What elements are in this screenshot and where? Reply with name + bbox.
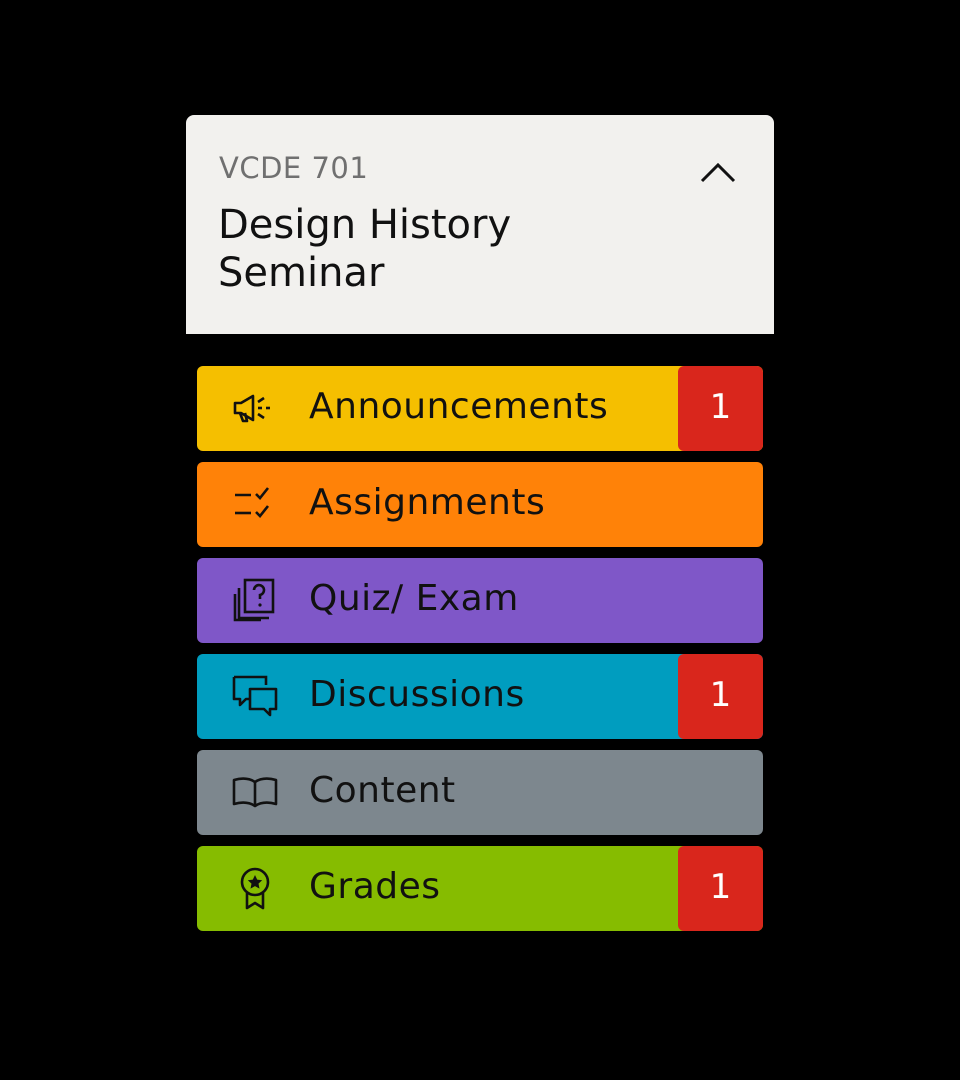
nav-label: Assignments [309, 482, 546, 523]
nav-label: Content [309, 770, 456, 811]
nav-label: Announcements [309, 386, 609, 427]
nav-item-announcements[interactable]: Announcements 1 [197, 366, 763, 451]
course-code: VCDE 701 [219, 151, 369, 185]
nav-item-content[interactable]: Content [197, 750, 763, 835]
megaphone-icon [231, 386, 279, 430]
nav-item-grades[interactable]: Grades 1 [197, 846, 763, 931]
nav-item-quiz-exam[interactable]: Quiz/ Exam [197, 558, 763, 643]
course-nav: Announcements 1 Assignments Quiz/ Exam D… [197, 366, 763, 942]
nav-label: Quiz/ Exam [309, 578, 519, 619]
course-title: Design History Seminar [218, 202, 512, 296]
chat-bubbles-icon [231, 674, 279, 718]
nav-label: Grades [309, 866, 441, 907]
nav-item-discussions[interactable]: Discussions 1 [197, 654, 763, 739]
award-ribbon-icon [231, 866, 279, 910]
notification-badge: 1 [678, 846, 763, 931]
question-cards-icon [231, 578, 279, 622]
notification-badge: 1 [678, 366, 763, 451]
checklist-icon [231, 482, 279, 526]
nav-item-assignments[interactable]: Assignments [197, 462, 763, 547]
nav-label: Discussions [309, 674, 525, 715]
notification-badge: 1 [678, 654, 763, 739]
chevron-up-icon [700, 162, 736, 183]
open-book-icon [231, 770, 279, 814]
collapse-button[interactable] [698, 157, 738, 193]
course-header: VCDE 701 Design History Seminar [186, 115, 774, 334]
